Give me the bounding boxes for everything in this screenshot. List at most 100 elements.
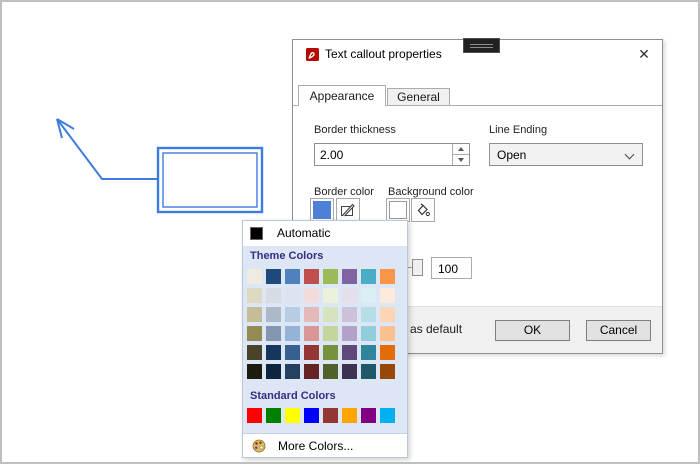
grip-line	[470, 44, 493, 45]
theme-colors-heading: Theme Colors	[250, 250, 323, 262]
close-icon[interactable]: ✕	[635, 45, 653, 63]
color-swatch[interactable]	[380, 288, 395, 303]
color-swatch[interactable]	[247, 269, 262, 284]
color-swatch[interactable]	[323, 345, 338, 360]
color-swatch[interactable]	[285, 307, 300, 322]
line-ending-dropdown[interactable]: Open	[489, 143, 643, 166]
arrow-up-icon	[458, 147, 464, 151]
callout-box-inner	[163, 153, 257, 207]
color-swatch[interactable]	[361, 288, 376, 303]
color-swatch[interactable]	[361, 364, 376, 379]
color-swatch[interactable]	[342, 288, 357, 303]
spin-up-button[interactable]	[453, 144, 469, 155]
color-swatch[interactable]	[247, 408, 262, 423]
color-swatch[interactable]	[361, 408, 376, 423]
standard-colors-heading: Standard Colors	[250, 390, 336, 402]
color-swatch[interactable]	[304, 307, 319, 322]
color-swatch[interactable]	[285, 269, 300, 284]
color-swatch[interactable]	[304, 269, 319, 284]
border-thickness-label: Border thickness	[314, 124, 396, 136]
color-swatch[interactable]	[285, 345, 300, 360]
color-swatch[interactable]	[380, 345, 395, 360]
color-swatch[interactable]	[361, 345, 376, 360]
automatic-color-item[interactable]: Automatic	[243, 221, 407, 246]
window-grip[interactable]	[463, 38, 500, 53]
color-swatch[interactable]	[304, 408, 319, 423]
color-swatch[interactable]	[361, 307, 376, 322]
color-swatch[interactable]	[266, 345, 281, 360]
background-color-label: Background color	[388, 186, 474, 198]
color-swatch[interactable]	[323, 269, 338, 284]
color-picker-popup: Automatic Theme Colors Standard Colors M…	[242, 220, 408, 458]
line-ending-value: Open	[497, 148, 526, 162]
opacity-input[interactable]: 100	[431, 257, 472, 279]
automatic-label: Automatic	[277, 226, 330, 240]
color-swatch[interactable]	[342, 345, 357, 360]
color-swatch[interactable]	[266, 408, 281, 423]
color-swatch[interactable]	[285, 288, 300, 303]
spin-down-button[interactable]	[453, 155, 469, 165]
color-swatch[interactable]	[247, 345, 262, 360]
more-colors-label: More Colors...	[278, 439, 353, 453]
color-swatch[interactable]	[266, 288, 281, 303]
color-swatch[interactable]	[247, 307, 262, 322]
color-swatch[interactable]	[304, 345, 319, 360]
color-swatch[interactable]	[247, 326, 262, 341]
opacity-value: 100	[438, 262, 458, 276]
color-swatch[interactable]	[380, 307, 395, 322]
color-swatch[interactable]	[361, 326, 376, 341]
color-swatch[interactable]	[323, 288, 338, 303]
color-swatch[interactable]	[304, 326, 319, 341]
color-swatch[interactable]	[323, 364, 338, 379]
color-swatch[interactable]	[342, 307, 357, 322]
chevron-down-icon	[625, 150, 635, 160]
color-swatch[interactable]	[285, 408, 300, 423]
border-style-pen-button[interactable]	[336, 198, 360, 222]
background-color-swatch	[389, 201, 407, 219]
grip-line	[470, 47, 493, 48]
paint-bucket-icon	[415, 202, 431, 218]
acrobat-page: Text callout properties ✕ Appearance Gen…	[0, 0, 700, 464]
spinner	[452, 144, 469, 165]
automatic-color-swatch	[250, 227, 263, 240]
color-swatch[interactable]	[304, 364, 319, 379]
color-swatch[interactable]	[266, 307, 281, 322]
color-swatch[interactable]	[342, 364, 357, 379]
border-color-label: Border color	[314, 186, 374, 198]
cancel-button[interactable]: Cancel	[586, 320, 651, 341]
color-swatch[interactable]	[323, 408, 338, 423]
border-thickness-input[interactable]: 2.00	[314, 143, 470, 166]
color-swatch[interactable]	[342, 269, 357, 284]
color-swatch[interactable]	[247, 288, 262, 303]
color-swatch[interactable]	[266, 364, 281, 379]
color-swatch[interactable]	[380, 269, 395, 284]
theme-colors-grid	[247, 269, 395, 379]
color-swatch[interactable]	[361, 269, 376, 284]
tab-general[interactable]: General	[387, 88, 450, 106]
color-swatch[interactable]	[266, 269, 281, 284]
color-swatch[interactable]	[304, 288, 319, 303]
color-swatch[interactable]	[247, 364, 262, 379]
more-colors-item[interactable]: More Colors...	[243, 433, 407, 457]
tab-appearance[interactable]: Appearance	[298, 85, 386, 106]
color-swatch[interactable]	[285, 326, 300, 341]
standard-colors-grid	[247, 408, 395, 423]
border-color-button[interactable]	[310, 198, 334, 222]
fill-bucket-button[interactable]	[411, 198, 435, 222]
arrow-down-icon	[458, 158, 464, 162]
color-swatch[interactable]	[380, 408, 395, 423]
color-swatch[interactable]	[285, 364, 300, 379]
make-default-label: as default	[410, 322, 462, 336]
callout-box-outer	[158, 148, 262, 212]
color-swatch[interactable]	[323, 326, 338, 341]
background-color-button[interactable]	[386, 198, 410, 222]
opacity-slider-thumb[interactable]	[412, 259, 423, 276]
ok-button[interactable]: OK	[495, 320, 570, 341]
color-swatch[interactable]	[380, 326, 395, 341]
color-swatch[interactable]	[266, 326, 281, 341]
color-swatch[interactable]	[323, 307, 338, 322]
border-thickness-value: 2.00	[320, 148, 343, 162]
color-swatch[interactable]	[342, 408, 357, 423]
color-swatch[interactable]	[342, 326, 357, 341]
color-swatch[interactable]	[380, 364, 395, 379]
